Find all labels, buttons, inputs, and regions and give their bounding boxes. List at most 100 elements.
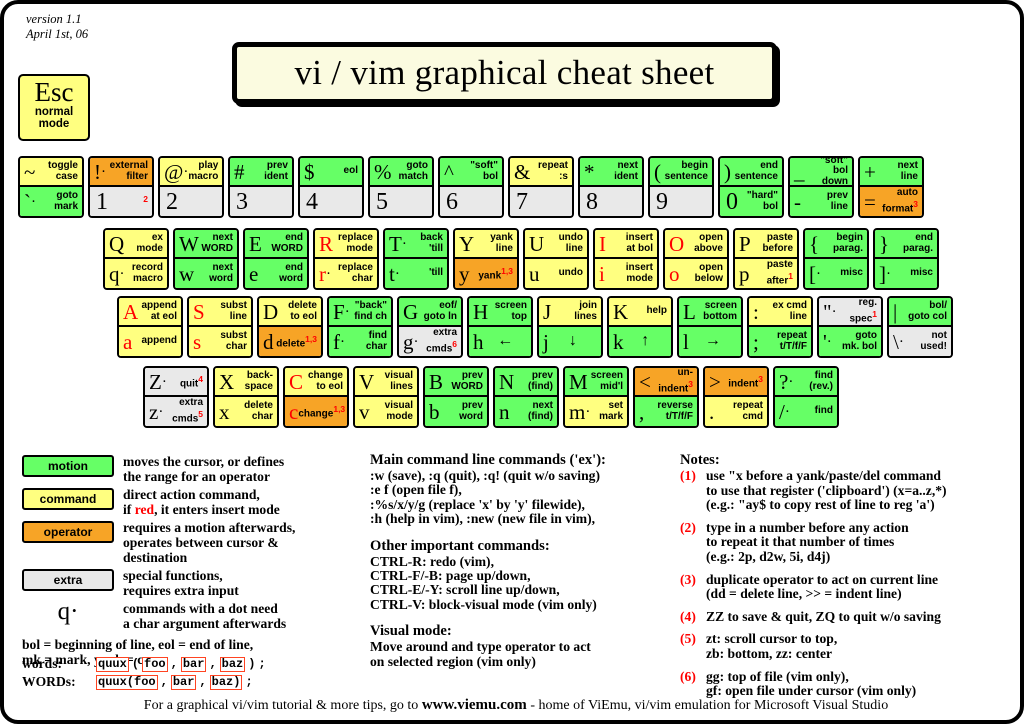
keyboard-key[interactable]: % goto match 5 — [368, 156, 434, 218]
keyboard-key[interactable]: Vvisual lines v visual mode — [353, 366, 419, 428]
keyboard-key[interactable]: F · "back" find ch f · find char — [327, 296, 393, 358]
key-label: reg. spec1 — [849, 298, 877, 325]
keyboard-key[interactable]: ! · external filter 1 2 — [88, 156, 154, 218]
keyboard-key[interactable]: Yyank line y yank1,3 — [453, 228, 519, 290]
keyboard-key[interactable]: ) end sentence 0 "hard" bol — [718, 156, 784, 218]
keyboard-key[interactable]: Nprev (find) n next (find) — [493, 366, 559, 428]
keyboard-key[interactable]: ^ "soft" bol 6 — [438, 156, 504, 218]
dot-command-description: commands with a dot need a char argument… — [123, 601, 287, 631]
keyboard-key[interactable]: @ · play macro 2 — [158, 156, 224, 218]
note-number: (2) — [680, 519, 696, 535]
keyboard-key[interactable]: $ eol 4 — [298, 156, 364, 218]
keyboard-key[interactable]: (begin sentence 9 — [648, 156, 714, 218]
key-half: ` · goto mark — [20, 187, 82, 216]
key-half: \ · not used! — [889, 327, 951, 356]
keyboard-key[interactable]: {begin parag. [· misc — [803, 228, 869, 290]
esc-key[interactable]: Esc normal mode — [18, 74, 90, 141]
footer-post: - home of ViEmu, vi/vim emulation for Mi… — [526, 698, 889, 713]
keyboard-key[interactable]: Wnext WORD w next word — [173, 228, 239, 290]
keyboard-key[interactable]: & repeat :s 7 — [508, 156, 574, 218]
footer-link[interactable]: www.viemu.com — [422, 697, 527, 713]
key-half: f · find char — [329, 327, 391, 356]
keyboard-row-z: Z · quit4 z · extra cmds5 Xback- space x delete … — [143, 366, 843, 428]
key-label: prev WORD — [451, 370, 483, 392]
keyboard-key[interactable]: Mscreen mid'l m · set mark — [563, 366, 629, 428]
keyboard-key[interactable]: Bprev WORD b prev word — [423, 366, 489, 428]
key-half: - prev line — [790, 187, 852, 216]
key-label: find — [814, 405, 833, 417]
keyboard-key[interactable]: > indent3. repeat cmd — [703, 366, 769, 428]
keyboard-key[interactable]: Jjoin lines j ↓ — [537, 296, 603, 358]
key-half: g · extra cmds6 — [399, 327, 461, 356]
key-half: * next ident — [580, 158, 642, 187]
keyboard-key[interactable]: " · reg. spec1 ' · goto mk. bol — [817, 296, 883, 358]
keyboard-key[interactable]: Uundo line u undo — [523, 228, 589, 290]
key-label: screen top — [494, 300, 527, 322]
key-glyph: w — [179, 261, 195, 286]
keyboard-key[interactable]: T · back 'till t ·'till — [383, 228, 449, 290]
keyboard-key[interactable]: Cchange to eol c change1,3 — [283, 366, 349, 428]
keyboard-key[interactable]: Lscreen bottom l → — [677, 296, 743, 358]
key-glyph: r — [319, 261, 326, 286]
keyboard-key[interactable]: Iinsert at bol i insert mode — [593, 228, 659, 290]
key-half: Nprev (find) — [495, 368, 557, 397]
keyboard-key[interactable]: Khelp k ↑ — [607, 296, 673, 358]
key-half: z · extra cmds5 — [145, 397, 207, 426]
visual-mode-heading: Visual mode: — [370, 623, 452, 640]
version-block: version 1.1 April 1st, 06 — [26, 12, 88, 42]
key-half: Jjoin lines — [539, 298, 601, 327]
key-label: subst char — [220, 330, 247, 352]
key-glyph: ~ — [24, 159, 36, 184]
keyboard-key[interactable]: } end parag.] · misc — [873, 228, 939, 290]
keyboard-key[interactable]: Oopen above o open below — [663, 228, 729, 290]
key-half: Bprev WORD — [425, 368, 487, 397]
key-half: d delete1,3 — [259, 327, 321, 356]
key-half: 6 — [440, 187, 502, 216]
key-glyph: V — [359, 369, 375, 394]
keyboard-key[interactable]: Ssubst line s subst char — [187, 296, 253, 358]
keyboard-key[interactable]: # prev ident 3 — [228, 156, 294, 218]
key-glyph: g — [403, 329, 414, 354]
key-half: Qex mode — [105, 230, 167, 259]
key-glyph: 2 — [166, 188, 178, 215]
page-title: vi / vim graphical cheat sheet — [232, 42, 777, 104]
word-example-label: words: — [22, 656, 63, 671]
keyboard-key[interactable]: Ddelete to eol d delete1,3 — [257, 296, 323, 358]
keyboard-key[interactable]: _ "soft" bol down - prev line — [788, 156, 854, 218]
key-glyph: 0 — [726, 188, 738, 215]
key-half: 2 — [160, 187, 222, 216]
keyboard-key[interactable]: Z · quit4 z · extra cmds5 — [143, 366, 209, 428]
keyboard-key[interactable]: : ex cmd line; repeat t/T/f/F — [747, 296, 813, 358]
key-glyph: _ — [794, 159, 805, 184]
key-glyph: d — [263, 329, 274, 354]
keyboard-key[interactable]: ? · find (rev.) / · find — [773, 366, 839, 428]
keyboard-key[interactable]: Ppaste before p paste after1 — [733, 228, 799, 290]
keyboard-key[interactable]: Geof/ goto ln g · extra cmds6 — [397, 296, 463, 358]
key-glyph: ; — [753, 329, 759, 354]
key-glyph: F — [333, 299, 345, 324]
keyboard-key[interactable]: Eend WORD e end word — [243, 228, 309, 290]
note-text: type in a number before any action to re… — [706, 519, 909, 564]
key-glyph: 9 — [656, 188, 668, 215]
key-note-superscript: 1,3 — [333, 403, 346, 414]
keyboard-key[interactable]: + next line = auto format3 — [858, 156, 924, 218]
key-glyph: M — [569, 369, 588, 394]
key-label: eol — [343, 165, 358, 177]
keyboard-key[interactable]: Xback- space x delete char — [213, 366, 279, 428]
key-half: 0 "hard" bol — [720, 187, 782, 216]
keyboard-key[interactable]: < un- indent3, reverse t/T/f/F — [633, 366, 699, 428]
esc-key-label: normal mode — [34, 106, 74, 130]
keyboard-key[interactable]: Aappend at eol a append — [117, 296, 183, 358]
word-token: ( — [131, 657, 140, 671]
key-note-superscript: 3 — [913, 198, 918, 209]
key-label: auto format3 — [882, 187, 918, 215]
keyboard-key[interactable]: | bol/ goto col \ · not used! — [887, 296, 953, 358]
keyboard-key[interactable]: ~ toggle case ` · goto mark — [18, 156, 84, 218]
legend-chip: motion — [22, 455, 114, 477]
keyboard-key[interactable]: * next ident 8 — [578, 156, 644, 218]
key-glyph: [ — [809, 261, 816, 286]
keyboard-key[interactable]: Hscreen top h ← — [467, 296, 533, 358]
key-note-superscript: 3 — [688, 378, 693, 389]
keyboard-key[interactable]: Rreplace mode r · replace char — [313, 228, 379, 290]
keyboard-key[interactable]: Qex mode q · record macro — [103, 228, 169, 290]
